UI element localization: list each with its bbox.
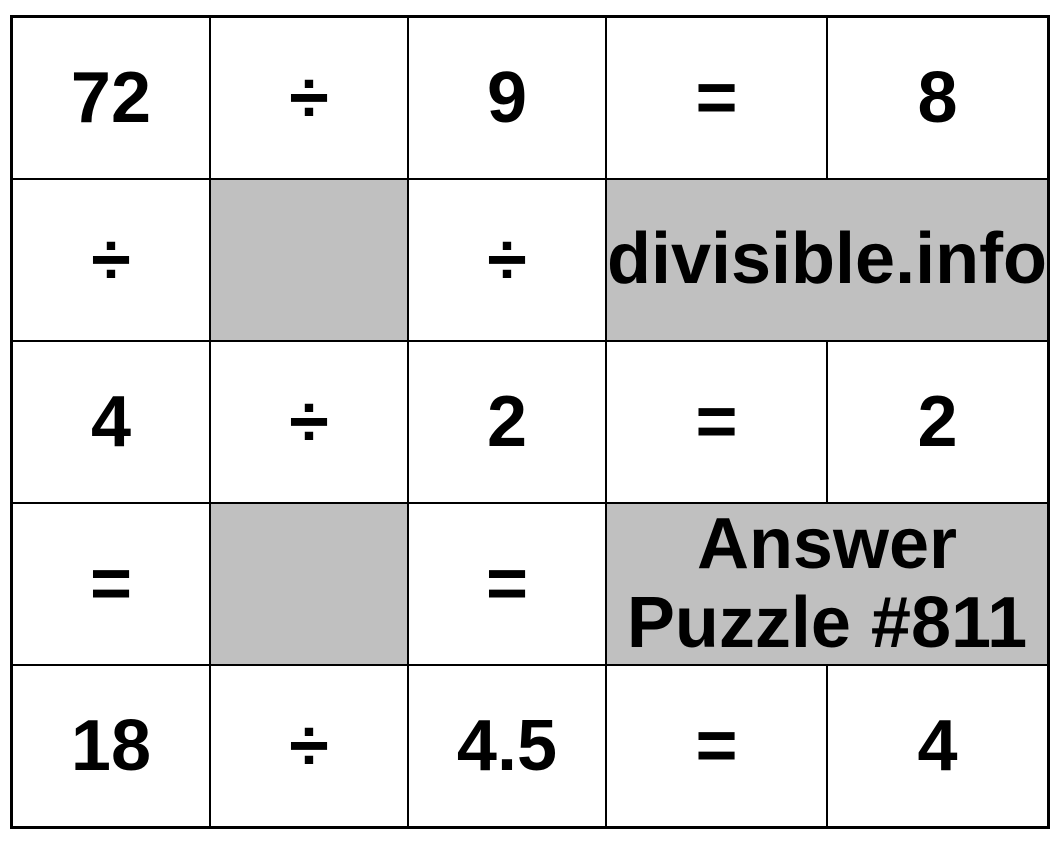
- table-row: 4 ÷ 2 = 2: [11, 341, 1048, 503]
- result-cell: 4: [827, 665, 1049, 828]
- operator-cell: ÷: [210, 341, 408, 503]
- operand-cell: 72: [11, 17, 210, 180]
- table-row: 18 ÷ 4.5 = 4: [11, 665, 1048, 828]
- operand-cell: 4.5: [408, 665, 606, 828]
- equals-cell: =: [11, 503, 210, 665]
- operator-cell: ÷: [11, 179, 210, 341]
- equals-cell: =: [606, 17, 827, 180]
- table-row: 72 ÷ 9 = 8: [11, 17, 1048, 180]
- equals-cell: =: [606, 341, 827, 503]
- operand-cell: 18: [11, 665, 210, 828]
- equals-cell: =: [606, 665, 827, 828]
- operand-cell: 4: [11, 341, 210, 503]
- operator-cell: ÷: [210, 17, 408, 180]
- blank-cell: [210, 503, 408, 665]
- table-row: = = Answer Puzzle #811: [11, 503, 1048, 665]
- equals-cell: =: [408, 503, 606, 665]
- answer-label-cell: Answer Puzzle #811: [606, 503, 1049, 665]
- division-puzzle-grid: 72 ÷ 9 = 8 ÷ ÷ divisible.info 4 ÷ 2 = 2 …: [10, 15, 1050, 829]
- result-cell: 2: [827, 341, 1049, 503]
- operator-cell: ÷: [408, 179, 606, 341]
- table-row: ÷ ÷ divisible.info: [11, 179, 1048, 341]
- site-label-cell: divisible.info: [606, 179, 1049, 341]
- puzzle-container: 72 ÷ 9 = 8 ÷ ÷ divisible.info 4 ÷ 2 = 2 …: [0, 0, 1060, 844]
- operator-cell: ÷: [210, 665, 408, 828]
- operand-cell: 9: [408, 17, 606, 180]
- operand-cell: 2: [408, 341, 606, 503]
- result-cell: 8: [827, 17, 1049, 180]
- blank-cell: [210, 179, 408, 341]
